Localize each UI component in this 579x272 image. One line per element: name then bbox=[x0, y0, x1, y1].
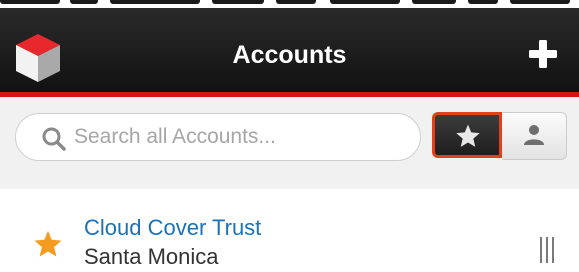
my-items-filter-button[interactable] bbox=[502, 112, 567, 160]
search-icon bbox=[42, 127, 66, 151]
search-field[interactable] bbox=[15, 113, 421, 161]
favorites-filter-button[interactable] bbox=[432, 112, 502, 158]
account-list-item[interactable]: Cloud Cover Trust Santa Monica bbox=[0, 189, 579, 272]
user-icon bbox=[524, 125, 544, 145]
account-city: Santa Monica bbox=[84, 244, 219, 269]
previous-content-sliver bbox=[0, 0, 579, 8]
drag-handle-icon[interactable] bbox=[538, 237, 556, 263]
account-name-link[interactable]: Cloud Cover Trust bbox=[84, 214, 261, 242]
search-input[interactable] bbox=[74, 122, 404, 152]
app-header: Accounts bbox=[0, 8, 579, 92]
plus-icon[interactable] bbox=[528, 39, 558, 69]
star-icon bbox=[456, 124, 480, 147]
favorite-star-icon[interactable] bbox=[33, 229, 63, 259]
search-bar bbox=[0, 97, 579, 189]
page-title: Accounts bbox=[232, 41, 347, 69]
screen: Accounts Clou bbox=[0, 0, 579, 272]
